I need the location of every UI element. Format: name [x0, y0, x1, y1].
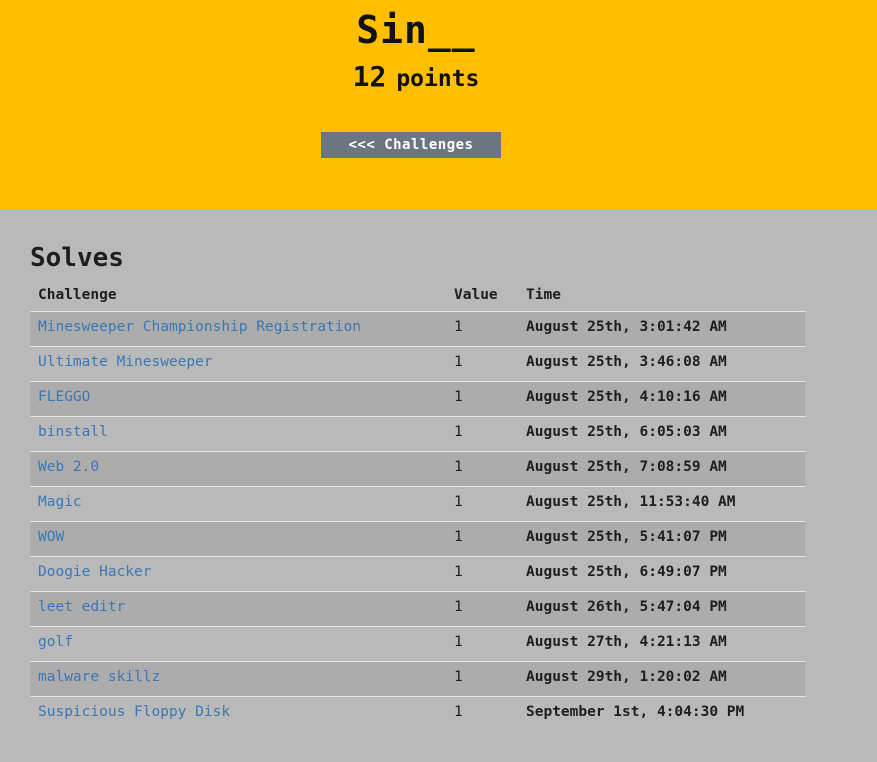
challenge-cell: Doogie Hacker — [30, 556, 446, 592]
value-cell: 1 — [446, 696, 518, 731]
time-cell: August 25th, 6:49:07 PM — [518, 556, 805, 592]
table-row: leet editr 1 August 26th, 5:47:04 PM — [30, 591, 805, 627]
time-cell: September 1st, 4:04:30 PM — [518, 696, 805, 731]
time-cell: August 29th, 1:20:02 AM — [518, 661, 805, 697]
table-row: Minesweeper Championship Registration 1 Au… — [30, 311, 805, 347]
profile-header: Sin__ 12 points <<< Challenges — [0, 0, 877, 209]
challenge-cell: leet editr — [30, 591, 446, 627]
challenge-cell: Ultimate Minesweeper — [30, 346, 446, 382]
time-cell: August 25th, 3:01:42 AM — [518, 311, 805, 347]
score-value: 12 — [352, 60, 387, 93]
time-cell: August 25th, 4:10:16 AM — [518, 381, 805, 417]
challenge-cell: Minesweeper Championship Registration — [30, 311, 446, 347]
time-cell: August 27th, 4:21:13 AM — [518, 626, 805, 662]
challenge-cell: Magic — [30, 486, 446, 522]
value-cell: 1 — [446, 451, 518, 487]
challenge-cell: Suspicious Floppy Disk — [30, 696, 446, 731]
score-unit: points — [396, 66, 480, 92]
value-cell: 1 — [446, 311, 518, 347]
value-cell: 1 — [446, 416, 518, 452]
time-cell: August 25th, 6:05:03 AM — [518, 416, 805, 452]
time-cell: August 25th, 5:41:07 PM — [518, 521, 805, 557]
table-row: Doogie Hacker 1 August 25th, 6:49:07 PM — [30, 556, 805, 592]
challenge-link[interactable]: Doogie Hacker — [38, 564, 152, 580]
table-row: Magic 1 August 25th, 11:53:40 AM — [30, 486, 805, 522]
column-header-challenge: Challenge — [30, 278, 446, 312]
time-cell: August 26th, 5:47:04 PM — [518, 591, 805, 627]
challenge-link[interactable]: binstall — [38, 424, 108, 440]
challenge-cell: Web 2.0 — [30, 451, 446, 487]
value-cell: 1 — [446, 381, 518, 417]
solves-title: Solves — [30, 243, 124, 273]
challenge-link[interactable]: Magic — [38, 494, 82, 510]
user-name: Sin__ — [356, 8, 476, 52]
solves-table: Challenge Value Time Minesweeper Champio… — [30, 278, 805, 731]
table-row: malware skillz 1 August 29th, 1:20:02 AM — [30, 661, 805, 697]
challenge-cell: malware skillz — [30, 661, 446, 697]
column-header-value: Value — [446, 278, 518, 312]
solves-table-body: Minesweeper Championship Registration 1 Au… — [30, 311, 805, 731]
table-header-row: Challenge Value Time — [30, 278, 805, 312]
table-row: binstall 1 August 25th, 6:05:03 AM — [30, 416, 805, 452]
value-cell: 1 — [446, 661, 518, 697]
challenge-cell: golf — [30, 626, 446, 662]
table-row: Web 2.0 1 August 25th, 7:08:59 AM — [30, 451, 805, 487]
value-cell: 1 — [446, 521, 518, 557]
table-row: Suspicious Floppy Disk 1 September 1st, 4:… — [30, 696, 805, 731]
challenge-link[interactable]: malware skillz — [38, 669, 160, 685]
challenge-link[interactable]: leet editr — [38, 599, 125, 615]
challenge-link[interactable]: FLEGGO — [38, 389, 90, 405]
time-cell: August 25th, 3:46:08 AM — [518, 346, 805, 382]
challenge-cell: WOW — [30, 521, 446, 557]
value-cell: 1 — [446, 486, 518, 522]
challenge-link[interactable]: Minesweeper Championship Registration — [38, 319, 361, 335]
challenge-link[interactable]: WOW — [38, 529, 64, 545]
user-score: 12 points — [0, 60, 832, 93]
challenge-cell: binstall — [30, 416, 446, 452]
table-row: FLEGGO 1 August 25th, 4:10:16 AM — [30, 381, 805, 417]
value-cell: 1 — [446, 556, 518, 592]
challenge-link[interactable]: Suspicious Floppy Disk — [38, 704, 230, 720]
value-cell: 1 — [446, 626, 518, 662]
time-cell: August 25th, 7:08:59 AM — [518, 451, 805, 487]
value-cell: 1 — [446, 346, 518, 382]
challenge-link[interactable]: golf — [38, 634, 73, 650]
value-cell: 1 — [446, 591, 518, 627]
challenge-link[interactable]: Web 2.0 — [38, 459, 99, 475]
table-row: golf 1 August 27th, 4:21:13 AM — [30, 626, 805, 662]
column-header-time: Time — [518, 278, 805, 312]
challenge-link[interactable]: Ultimate Minesweeper — [38, 354, 213, 370]
challenge-cell: FLEGGO — [30, 381, 446, 417]
time-cell: August 25th, 11:53:40 AM — [518, 486, 805, 522]
challenges-back-button[interactable]: <<< Challenges — [321, 132, 501, 158]
table-row: WOW 1 August 25th, 5:41:07 PM — [30, 521, 805, 557]
table-row: Ultimate Minesweeper 1 August 25th, 3:46:0… — [30, 346, 805, 382]
